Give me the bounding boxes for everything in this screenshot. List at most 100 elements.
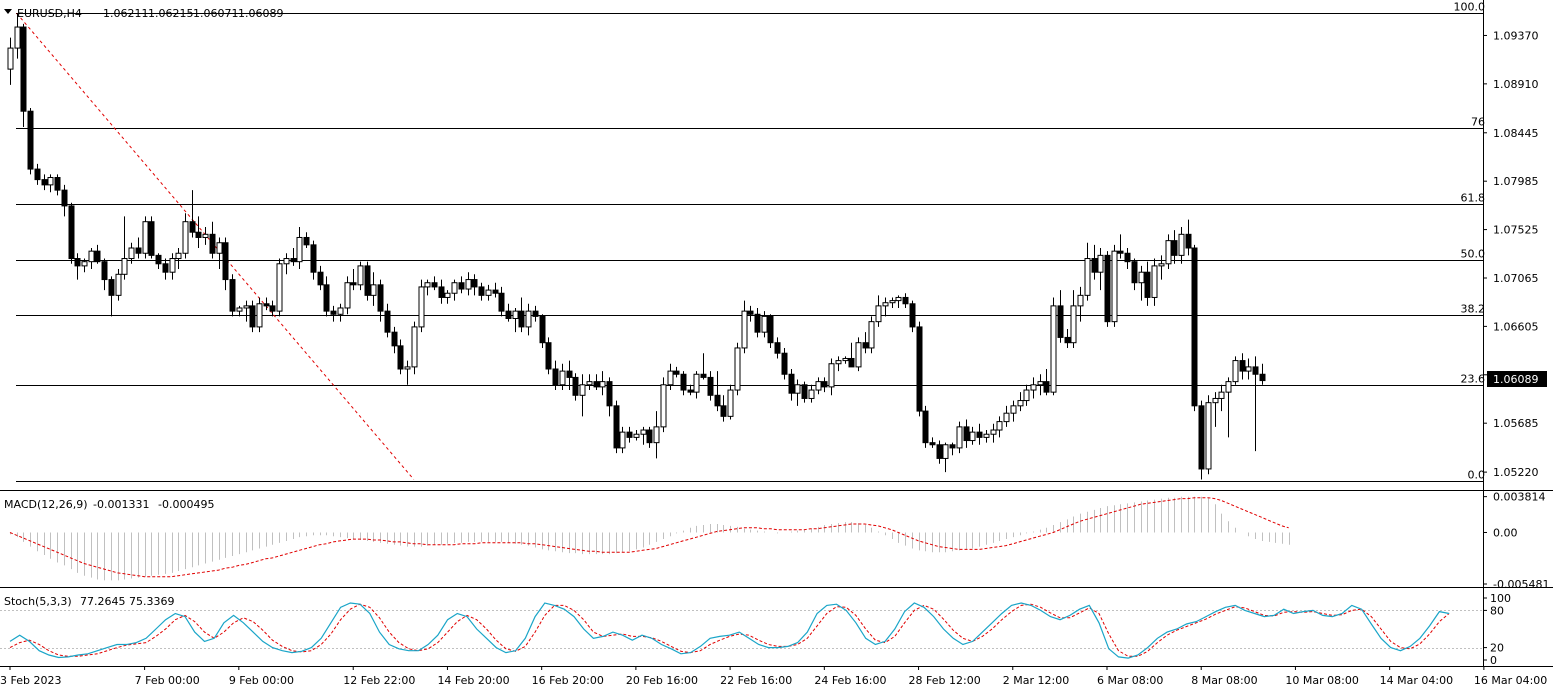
- bear-candle: [290, 258, 297, 263]
- bull-candle: [815, 381, 822, 391]
- fib-level-label: 100.0: [1454, 1, 1486, 14]
- bear-candle: [593, 381, 600, 388]
- bear-candle: [821, 381, 828, 388]
- bear-candle: [492, 289, 499, 294]
- bear-candle: [209, 233, 216, 254]
- bull-candle: [128, 247, 135, 260]
- bear-candle: [545, 342, 552, 370]
- bull-candle: [895, 296, 902, 302]
- bull-candle: [357, 265, 364, 286]
- bull-candle: [1111, 250, 1118, 323]
- bull-candle: [202, 233, 209, 238]
- bull-candle: [1070, 305, 1077, 344]
- bear-candle: [1252, 366, 1259, 375]
- ohlc-open: 1.06211: [103, 7, 149, 20]
- bear-candle: [714, 394, 721, 407]
- bull-candle: [619, 431, 626, 449]
- macd-tick-label: 0.003814: [1493, 491, 1546, 504]
- bear-candle: [1043, 381, 1050, 393]
- bull-candle: [969, 431, 976, 442]
- bull-candle: [370, 284, 377, 296]
- symbol-title: EURUSD,H4: [17, 7, 82, 20]
- stoch-tick-label: 100: [1490, 592, 1511, 605]
- ohlc-high: 1.06215: [148, 7, 194, 20]
- bear-candle: [1124, 252, 1131, 263]
- fib-level-label: 61.8: [1461, 192, 1486, 205]
- bear-candle: [101, 261, 108, 281]
- bear-candle: [34, 168, 41, 181]
- bull-candle: [1158, 263, 1165, 267]
- bear-candle: [431, 282, 438, 288]
- bear-candle: [862, 342, 869, 349]
- chart-canvas[interactable]: 100.0 76 61.8 50.0 38.2 23.6 0.0 1.09370 1.0891…: [0, 0, 1553, 693]
- bear-candle: [518, 310, 525, 328]
- bull-candle: [868, 321, 875, 349]
- bull-candle: [667, 370, 674, 386]
- bear-candle: [108, 279, 115, 296]
- time-label: 16 Feb 20:00: [532, 674, 604, 687]
- stoch-main-value: 77.2645: [80, 595, 126, 608]
- price-tick-label: 1.07985: [1493, 175, 1539, 188]
- stoch-tick-label: 20: [1490, 642, 1504, 655]
- bear-candle: [458, 282, 465, 290]
- bull-candle: [485, 289, 492, 296]
- bear-candle: [323, 284, 330, 312]
- bull-candle: [882, 302, 889, 307]
- bull-candle: [169, 258, 176, 273]
- bear-candle: [74, 258, 81, 267]
- fib-level-label: 23.6: [1461, 373, 1486, 386]
- time-label: 14 Feb 20:00: [437, 674, 509, 687]
- bear-candle: [1239, 360, 1246, 372]
- bear-candle: [1104, 254, 1111, 323]
- fib-level-label: 76: [1471, 116, 1485, 129]
- bull-candle: [660, 384, 667, 428]
- bear-candle: [774, 342, 781, 354]
- bear-candle: [747, 310, 754, 315]
- bear-candle: [310, 244, 317, 273]
- current-price-label: 1.06089: [1493, 373, 1539, 386]
- bull-candle: [296, 236, 303, 263]
- bull-candle: [216, 242, 223, 254]
- bear-candle: [364, 265, 371, 296]
- bull-candle: [256, 303, 263, 328]
- bull-candle: [1084, 258, 1091, 296]
- bear-candle: [572, 376, 579, 396]
- bear-candle: [680, 373, 687, 391]
- bull-candle: [337, 307, 344, 315]
- bull-candle: [559, 370, 566, 386]
- time-label: 7 Feb 00:00: [135, 674, 200, 687]
- bear-candle: [646, 429, 653, 444]
- bear-candle: [1171, 240, 1178, 256]
- bull-candle: [88, 250, 95, 263]
- bear-candle: [478, 286, 485, 296]
- bear-candle: [566, 370, 573, 378]
- bear-candle: [916, 326, 923, 412]
- bear-candle: [505, 310, 512, 319]
- price-tick-label: 1.05685: [1493, 417, 1539, 430]
- bull-candle: [855, 342, 862, 368]
- bear-candle: [1091, 258, 1098, 273]
- bull-candle: [1138, 271, 1145, 284]
- time-label: 24 Feb 16:00: [814, 674, 886, 687]
- bear-candle: [700, 373, 707, 378]
- bull-candle: [579, 384, 586, 396]
- time-label: 3 Feb 2023: [0, 674, 61, 687]
- bear-candle: [27, 110, 34, 170]
- bull-candle: [956, 426, 963, 449]
- bull-candle: [835, 360, 842, 365]
- fib-level-label: 38.2: [1461, 303, 1486, 316]
- macd-signal-value: -0.000495: [158, 498, 214, 511]
- bear-candle: [135, 247, 142, 254]
- bull-candle: [344, 282, 351, 309]
- bull-candle: [1178, 233, 1185, 256]
- macd-title: MACD(12,26,9): [4, 498, 88, 511]
- time-label: 2 Mar 12:00: [1003, 674, 1069, 687]
- bull-candle: [1245, 366, 1252, 372]
- bull-candle: [418, 286, 425, 328]
- chart-window[interactable]: 100.0 76 61.8 50.0 38.2 23.6 0.0 1.09370 1.0891…: [0, 0, 1553, 693]
- bull-candle: [142, 221, 149, 254]
- bull-candle: [283, 258, 290, 265]
- bull-candle: [512, 310, 519, 319]
- bear-candle: [330, 310, 337, 315]
- bull-candle: [1212, 397, 1219, 404]
